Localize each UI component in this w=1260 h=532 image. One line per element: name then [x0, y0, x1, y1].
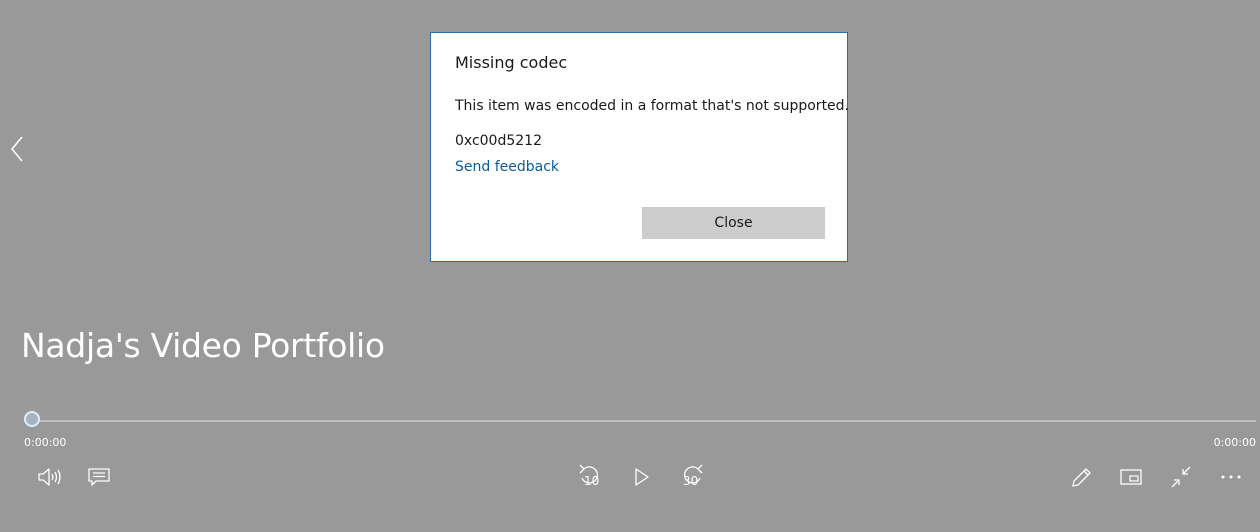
current-time: 0:00:00 — [24, 436, 67, 449]
captions-icon — [88, 468, 110, 486]
chevron-left-icon — [10, 136, 23, 162]
dialog-title: Missing codec — [455, 53, 568, 72]
video-title: Nadja's Video Portfolio — [21, 326, 385, 365]
skip-forward-button[interactable]: 30 — [675, 462, 707, 492]
pencil-icon — [1072, 468, 1091, 487]
missing-codec-dialog: Missing codec This item was encoded in a… — [430, 32, 850, 262]
error-code: 0xc00d5212 — [455, 133, 542, 149]
play-icon — [635, 468, 649, 486]
close-button[interactable]: Close — [642, 207, 825, 239]
exit-fullscreen-icon — [1171, 466, 1191, 488]
volume-button[interactable] — [34, 462, 66, 492]
play-button[interactable] — [625, 462, 657, 492]
more-options-button[interactable] — [1215, 462, 1247, 492]
total-time: 0:00:00 — [1213, 436, 1256, 449]
back-button[interactable] — [4, 134, 28, 164]
mini-view-icon — [1120, 469, 1142, 485]
skip-back-button[interactable]: 10 — [575, 462, 607, 492]
volume-icon — [38, 468, 61, 486]
seek-thumb[interactable] — [24, 411, 40, 427]
send-feedback-link[interactable]: Send feedback — [455, 159, 559, 175]
skip-forward-seconds: 30 — [683, 474, 699, 488]
exit-fullscreen-button[interactable] — [1165, 462, 1197, 492]
dialog-message: This item was encoded in a format that's… — [455, 98, 850, 114]
mini-view-button[interactable] — [1115, 462, 1147, 492]
skip-back-seconds: 10 — [584, 474, 600, 488]
captions-button[interactable] — [84, 462, 116, 492]
more-icon — [1221, 475, 1241, 479]
seek-bar[interactable] — [24, 420, 1256, 422]
edit-button[interactable] — [1065, 462, 1097, 492]
